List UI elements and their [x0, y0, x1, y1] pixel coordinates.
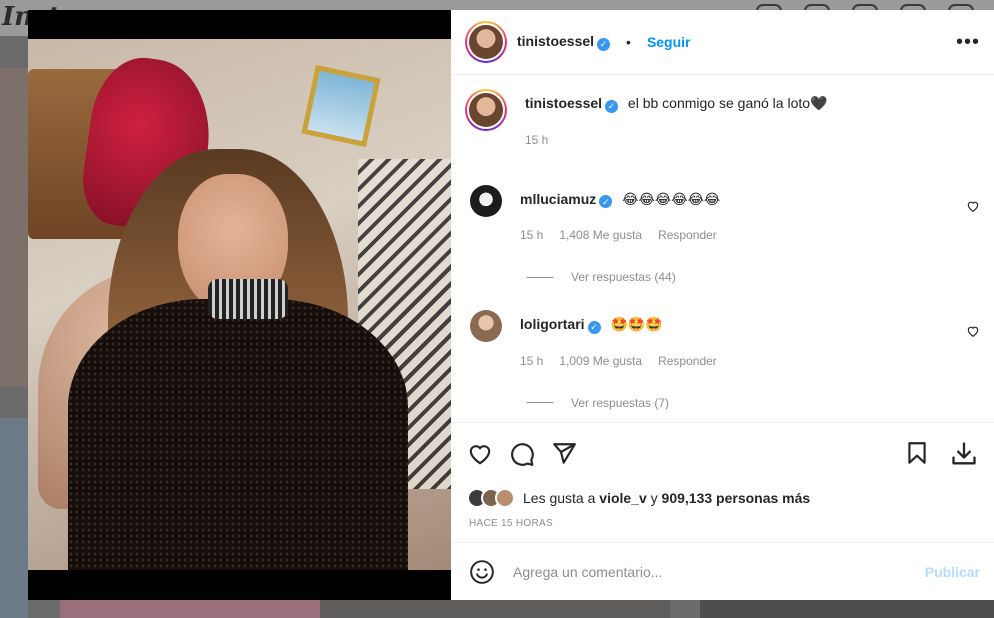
comment-username[interactable]: loligortari: [520, 316, 585, 332]
verified-badge-icon: ✓: [605, 99, 619, 113]
comment-likes[interactable]: 1,009 Me gusta: [559, 352, 642, 370]
caption-username[interactable]: tinistoessel: [525, 95, 602, 111]
post-photo[interactable]: [28, 39, 451, 570]
caption-text: el bb conmigo se ganó la loto🖤: [627, 95, 828, 111]
separator-dot: •: [626, 34, 631, 50]
verified-badge-icon: ✓: [597, 38, 611, 51]
view-replies-button[interactable]: Ver respuestas (44): [527, 270, 980, 284]
comment-time[interactable]: 15 h: [520, 226, 543, 244]
photo-choker: [208, 279, 288, 319]
likes-middle: y: [650, 490, 658, 506]
background-tile: [700, 600, 994, 618]
heart-icon[interactable]: [467, 441, 493, 467]
post-modal: tinistoessel ✓ • Seguir ••• tinistoessel ✓…: [28, 10, 994, 600]
emoji-icon[interactable]: [469, 559, 495, 585]
comment-icon[interactable]: [509, 441, 535, 467]
post-time-ago[interactable]: HACE 15 HORAS: [451, 512, 994, 542]
action-bar: [451, 422, 994, 484]
post-header: tinistoessel ✓ • Seguir •••: [451, 10, 994, 75]
caption-time[interactable]: 15 h: [525, 131, 548, 149]
reply-button[interactable]: Responder: [658, 226, 717, 244]
comment-avatar[interactable]: [470, 310, 502, 342]
background-tile: [60, 600, 320, 618]
publish-button[interactable]: Publicar: [925, 564, 980, 580]
likes-summary: Les gusta a viole_v y 909,133 personas m…: [451, 484, 994, 512]
comment-username[interactable]: mlluciamuz: [520, 191, 596, 207]
follow-button[interactable]: Seguir: [647, 34, 691, 50]
post-media: [28, 10, 451, 600]
verified-badge-icon: ✓: [587, 320, 601, 334]
comment-time[interactable]: 15 h: [520, 352, 543, 370]
likers-avatars[interactable]: [467, 488, 515, 508]
liker-username[interactable]: viole_v: [599, 490, 646, 506]
comment-avatar[interactable]: [470, 184, 502, 217]
more-options-icon[interactable]: •••: [956, 31, 980, 54]
verified-badge-icon: ✓: [599, 195, 613, 208]
add-comment-bar: Publicar: [451, 542, 994, 600]
comments-list[interactable]: tinistoessel ✓ el bb conmigo se ganó la l…: [451, 75, 994, 422]
caption-avatar[interactable]: [465, 89, 507, 131]
background-tile: [0, 68, 28, 386]
background-tile: [320, 600, 670, 618]
likes-count[interactable]: 909,133 personas más: [662, 490, 811, 506]
comment-likes[interactable]: 1,408 Me gusta: [559, 226, 642, 244]
view-replies-label: Ver respuestas (44): [571, 270, 676, 284]
comment-text: 🤩🤩🤩: [610, 316, 663, 332]
heart-icon[interactable]: [966, 324, 980, 338]
comment-input[interactable]: [513, 563, 907, 580]
caption: tinistoessel ✓ el bb conmigo se ganó la l…: [465, 89, 980, 149]
view-replies-label: Ver respuestas (7): [571, 395, 670, 410]
comment-item: mlluciamuz ✓ 😂😂😂😂😂😂 15 h 1,408 Me gusta R…: [465, 184, 980, 245]
comment-text: 😂😂😂😂😂😂: [622, 190, 721, 207]
view-replies-button[interactable]: Ver respuestas (7): [527, 396, 980, 410]
background-tile: [0, 418, 28, 618]
comment-item: loligortari ✓ 🤩🤩🤩 15 h 1,009 Me gusta Res…: [465, 310, 980, 370]
post-side-panel: tinistoessel ✓ • Seguir ••• tinistoessel ✓…: [451, 10, 994, 600]
author-avatar[interactable]: [465, 21, 507, 63]
bookmark-icon[interactable]: [904, 440, 930, 466]
author-username[interactable]: tinistoessel: [517, 33, 594, 49]
photo-dress: [68, 299, 408, 570]
liker-avatar: [495, 488, 515, 508]
heart-icon[interactable]: [966, 199, 980, 213]
share-icon[interactable]: [551, 441, 577, 467]
reply-button[interactable]: Responder: [658, 352, 717, 370]
download-icon[interactable]: [950, 440, 978, 468]
likes-prefix: Les gusta a: [523, 490, 596, 506]
